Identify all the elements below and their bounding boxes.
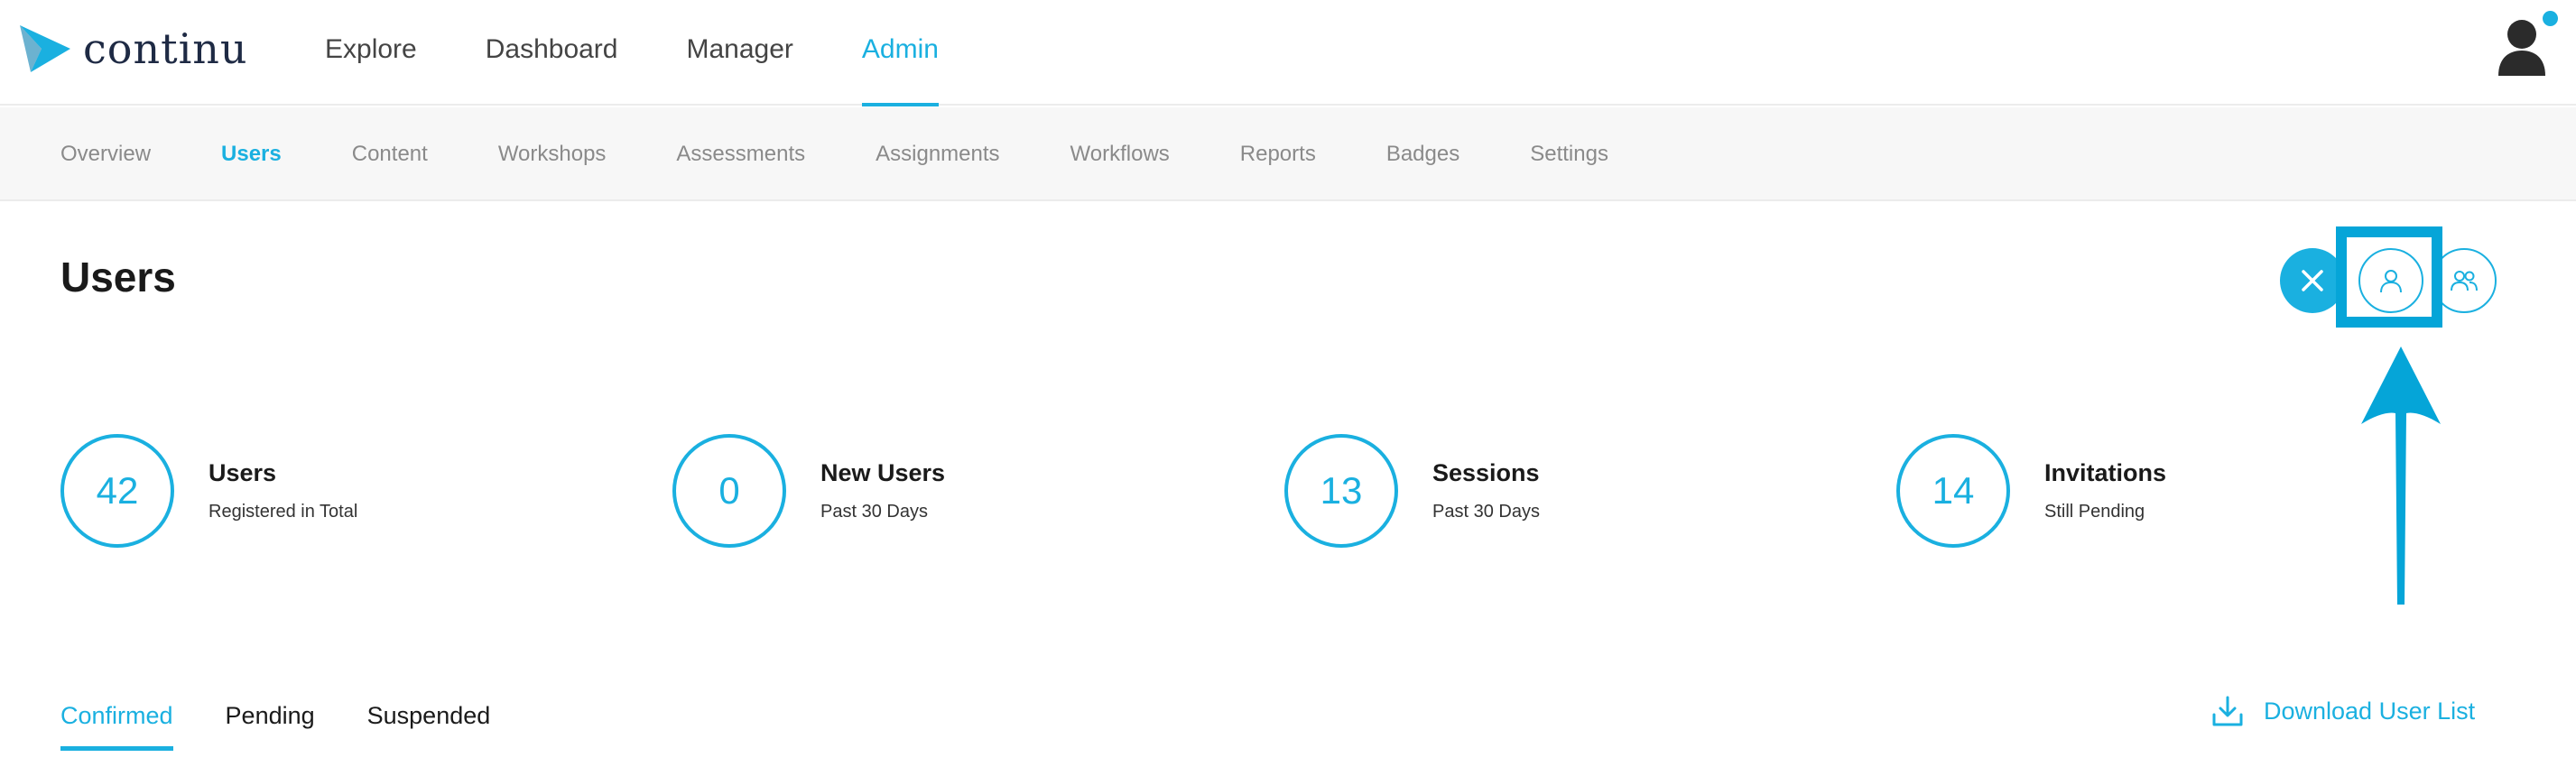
nav-manager[interactable]: Manager xyxy=(686,0,792,106)
subnav-users[interactable]: Users xyxy=(221,107,282,199)
subnav-assignments[interactable]: Assignments xyxy=(876,107,999,199)
stat-new-users-value: 0 xyxy=(672,434,786,548)
subnav-badges[interactable]: Badges xyxy=(1386,107,1459,199)
subnav-assessments[interactable]: Assessments xyxy=(676,107,805,199)
nav-dashboard[interactable]: Dashboard xyxy=(486,0,618,106)
download-user-list-button[interactable]: Download User List xyxy=(2211,695,2475,727)
subnav-workshops[interactable]: Workshops xyxy=(498,107,607,199)
tab-confirmed[interactable]: Confirmed xyxy=(60,695,173,751)
stat-users-sub: Registered in Total xyxy=(208,502,358,522)
stat-users-value: 42 xyxy=(60,434,174,548)
notification-dot xyxy=(2543,11,2558,26)
subnav-settings[interactable]: Settings xyxy=(1530,107,1608,199)
stat-sessions-value: 13 xyxy=(1284,434,1398,548)
stat-sessions-label: Sessions xyxy=(1432,459,1540,486)
logo[interactable]: continu xyxy=(18,22,248,76)
tab-suspended[interactable]: Suspended xyxy=(367,695,491,751)
subnav-workflows[interactable]: Workflows xyxy=(1070,107,1170,199)
logo-icon xyxy=(20,25,70,72)
stat-invitations-sub: Still Pending xyxy=(2044,502,2145,522)
stat-new-users-sub: Past 30 Days xyxy=(820,502,928,522)
subnav-overview[interactable]: Overview xyxy=(60,107,151,199)
group-icon xyxy=(2451,271,2478,291)
stat-new-users-label: New Users xyxy=(820,459,946,486)
stat-users: 42 Users Registered in Total xyxy=(60,433,357,549)
stat-users-label: Users xyxy=(208,459,277,486)
download-icon xyxy=(2212,696,2243,726)
download-label: Download User List xyxy=(2264,697,2476,725)
subnav-content[interactable]: Content xyxy=(352,107,428,199)
nav-explore[interactable]: Explore xyxy=(325,0,417,106)
top-navigation: continu Explore Dashboard Manager Admin xyxy=(0,0,2576,106)
close-icon xyxy=(2302,270,2323,291)
stat-invitations-label: Invitations xyxy=(2044,459,2167,486)
subnav-reports[interactable]: Reports xyxy=(1240,107,1316,199)
nav-admin[interactable]: Admin xyxy=(861,0,939,106)
admin-subnav: Overview Users Content Workshops Assessm… xyxy=(0,107,2576,201)
user-avatar-icon[interactable] xyxy=(2497,18,2547,76)
stat-sessions-sub: Past 30 Days xyxy=(1432,502,1540,522)
stat-invitations-value: 14 xyxy=(1896,434,2010,548)
up-arrow-annotation xyxy=(2361,346,2441,605)
logo-text: continu xyxy=(83,24,248,73)
stat-new-users: 0 New Users Past 30 Days xyxy=(672,433,945,549)
tab-pending[interactable]: Pending xyxy=(226,695,315,751)
user-status-tabs: Confirmed Pending Suspended xyxy=(60,695,542,751)
stat-sessions: 13 Sessions Past 30 Days xyxy=(1284,433,1540,549)
main-nav: Explore Dashboard Manager Admin xyxy=(325,0,1007,106)
page-title: Users xyxy=(60,254,176,300)
stat-invitations: 14 Invitations Still Pending xyxy=(1896,433,2166,549)
highlight-box xyxy=(2336,226,2442,328)
